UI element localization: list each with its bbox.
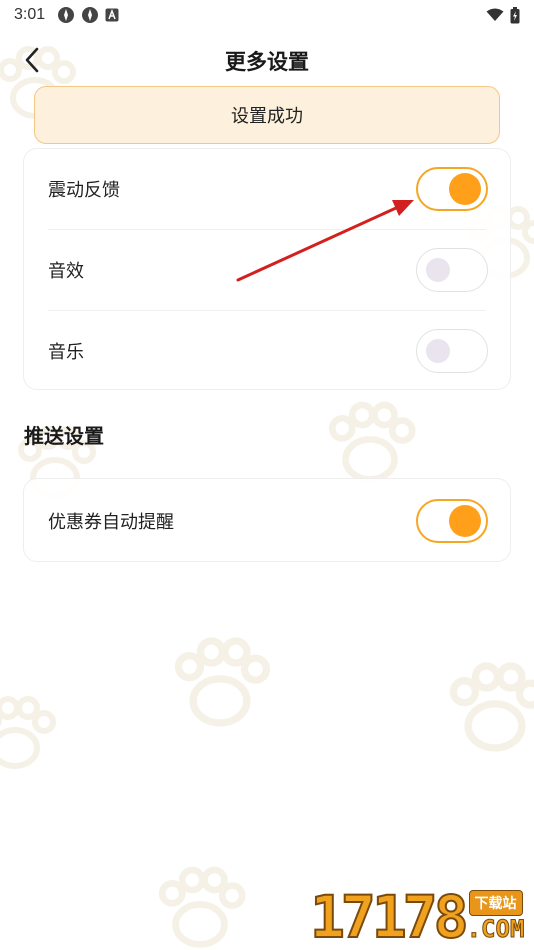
section-title-push: 推送设置: [24, 424, 104, 448]
setting-row-sound-effects: 音效: [24, 230, 510, 310]
success-toast: 设置成功: [34, 86, 500, 144]
setting-row-music: 音乐: [24, 311, 510, 391]
page-title: 更多设置: [225, 50, 309, 74]
status-bar: 3:01: [0, 0, 534, 30]
paw-print-icon: [174, 637, 271, 727]
settings-card: 震动反馈 音效 音乐: [23, 148, 511, 390]
status-time: 3:01: [14, 6, 46, 23]
toggle-knob: [426, 339, 450, 363]
setting-row-coupon-reminder: 优惠券自动提醒: [24, 481, 510, 561]
setting-label: 优惠券自动提醒: [48, 512, 174, 533]
toggle-knob: [449, 173, 481, 205]
music-toggle[interactable]: [416, 329, 488, 373]
watermark-domain: .COM: [466, 915, 525, 943]
sound-effects-toggle[interactable]: [416, 248, 488, 292]
paw-print-icon: [158, 866, 246, 948]
coupon-reminder-toggle[interactable]: [416, 499, 488, 543]
status-notification-icons: [57, 6, 119, 24]
site-watermark-logo: 17178 下载站 .COM: [309, 883, 525, 950]
status-system-icons: [486, 6, 520, 24]
setting-label: 震动反馈: [48, 180, 120, 201]
watermark-digits: 17178: [309, 883, 470, 950]
app-notification-icon: [82, 7, 99, 23]
keyboard-a-icon: [105, 8, 119, 22]
vibration-toggle[interactable]: [416, 167, 488, 211]
paw-print-icon: [0, 696, 56, 769]
toggle-knob: [449, 505, 481, 537]
push-settings-card: 优惠券自动提醒: [23, 478, 511, 562]
watermark-side: 下载站 .COM: [466, 890, 525, 943]
toast-message: 设置成功: [231, 106, 303, 127]
setting-label: 音乐: [48, 342, 84, 363]
setting-label: 音效: [48, 261, 84, 282]
toggle-knob: [426, 258, 450, 282]
header-bar: 更多设置: [0, 36, 534, 84]
wifi-icon: [486, 8, 504, 21]
app-notification-icon: [58, 7, 75, 23]
setting-row-vibration: 震动反馈: [24, 149, 510, 229]
battery-charging-icon: [510, 6, 520, 23]
watermark-badge: 下载站: [468, 890, 523, 916]
paw-print-icon: [449, 662, 534, 752]
